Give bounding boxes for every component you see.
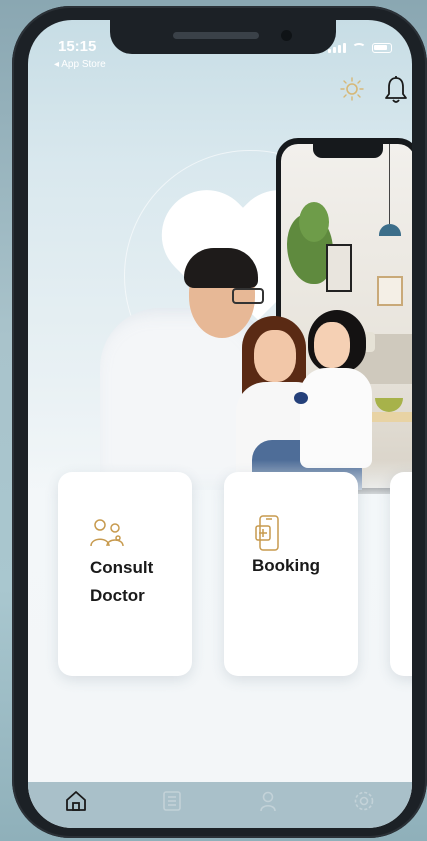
battery-icon bbox=[372, 43, 392, 53]
stethoscope bbox=[294, 392, 308, 404]
hero-phone-notch bbox=[313, 144, 383, 158]
sun-icon[interactable] bbox=[339, 76, 365, 102]
consult-doctor-label: Consult Doctor bbox=[90, 554, 186, 610]
consult-doctor-card[interactable]: Consult Doctor bbox=[58, 472, 192, 676]
lamp bbox=[379, 224, 401, 236]
consult-label-line2: Doctor bbox=[90, 586, 145, 605]
tab-list[interactable] bbox=[159, 788, 185, 814]
tab-profile[interactable] bbox=[255, 788, 281, 814]
home-icon bbox=[66, 791, 86, 811]
bottom-tab-bar bbox=[28, 782, 412, 828]
booking-card[interactable]: Booking bbox=[224, 472, 358, 676]
list-icon bbox=[163, 791, 181, 811]
mother-face bbox=[254, 330, 296, 382]
tab-settings[interactable] bbox=[351, 788, 377, 814]
tab-home[interactable] bbox=[63, 788, 89, 814]
doctor-glasses bbox=[232, 288, 264, 304]
lamp-cord bbox=[389, 144, 390, 224]
fruit-bowl bbox=[375, 398, 403, 412]
settings-icon bbox=[354, 791, 374, 811]
speaker bbox=[173, 32, 259, 39]
doctor-hair bbox=[184, 248, 258, 288]
girl-body bbox=[300, 368, 372, 468]
plant-leaves bbox=[299, 202, 329, 242]
mobile-booking-icon bbox=[255, 515, 279, 551]
camera bbox=[281, 30, 292, 41]
consult-label-line1: Consult bbox=[90, 558, 154, 577]
app-screen: 15:15 ◂ App Store Consult Doctor Booking bbox=[28, 20, 412, 828]
status-time: 15:15 bbox=[58, 38, 97, 55]
person-icon bbox=[260, 791, 276, 812]
doctor-family-icon bbox=[90, 519, 124, 547]
third-card-partial[interactable] bbox=[390, 472, 412, 676]
phone-frame: 15:15 ◂ App Store Consult Doctor Booking bbox=[12, 6, 427, 838]
wall-frame-small bbox=[377, 276, 403, 306]
girl-face bbox=[314, 322, 350, 368]
wall-frame bbox=[326, 244, 352, 292]
status-icons bbox=[328, 43, 392, 53]
notch bbox=[110, 20, 336, 54]
back-to-app-store[interactable]: ◂ App Store bbox=[54, 59, 106, 70]
bell-icon[interactable] bbox=[382, 75, 410, 105]
wifi-icon bbox=[352, 43, 366, 53]
booking-label: Booking bbox=[252, 556, 320, 575]
